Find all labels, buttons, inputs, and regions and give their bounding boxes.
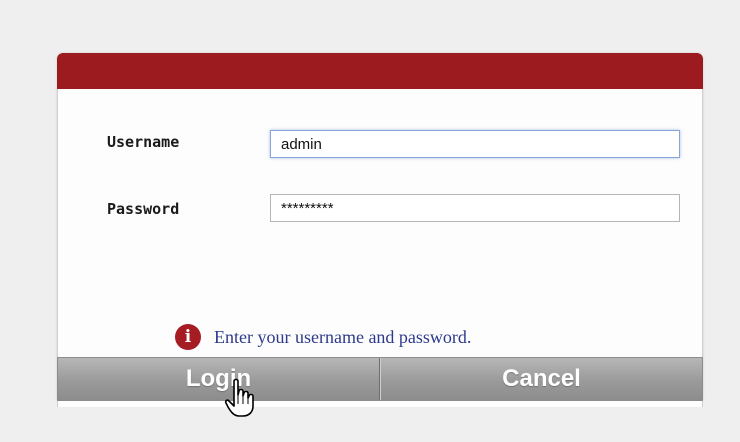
login-dialog: Username Password ********* i Enter your… [57,53,703,407]
login-button[interactable]: Login [57,358,380,400]
cancel-button[interactable]: Cancel [380,358,703,400]
username-input[interactable] [270,130,680,158]
status-message: i Enter your username and password. [175,324,471,350]
hand-pointer-icon [224,378,254,417]
button-row: Login Cancel [57,357,703,401]
password-label: Password [107,200,180,218]
dialog-titlebar [57,53,703,89]
message-text: Enter your username and password. [214,326,472,347]
username-label: Username [107,133,180,151]
password-mask: ********* [281,199,334,217]
info-icon: i [175,324,201,350]
password-input[interactable]: ********* [270,194,680,222]
